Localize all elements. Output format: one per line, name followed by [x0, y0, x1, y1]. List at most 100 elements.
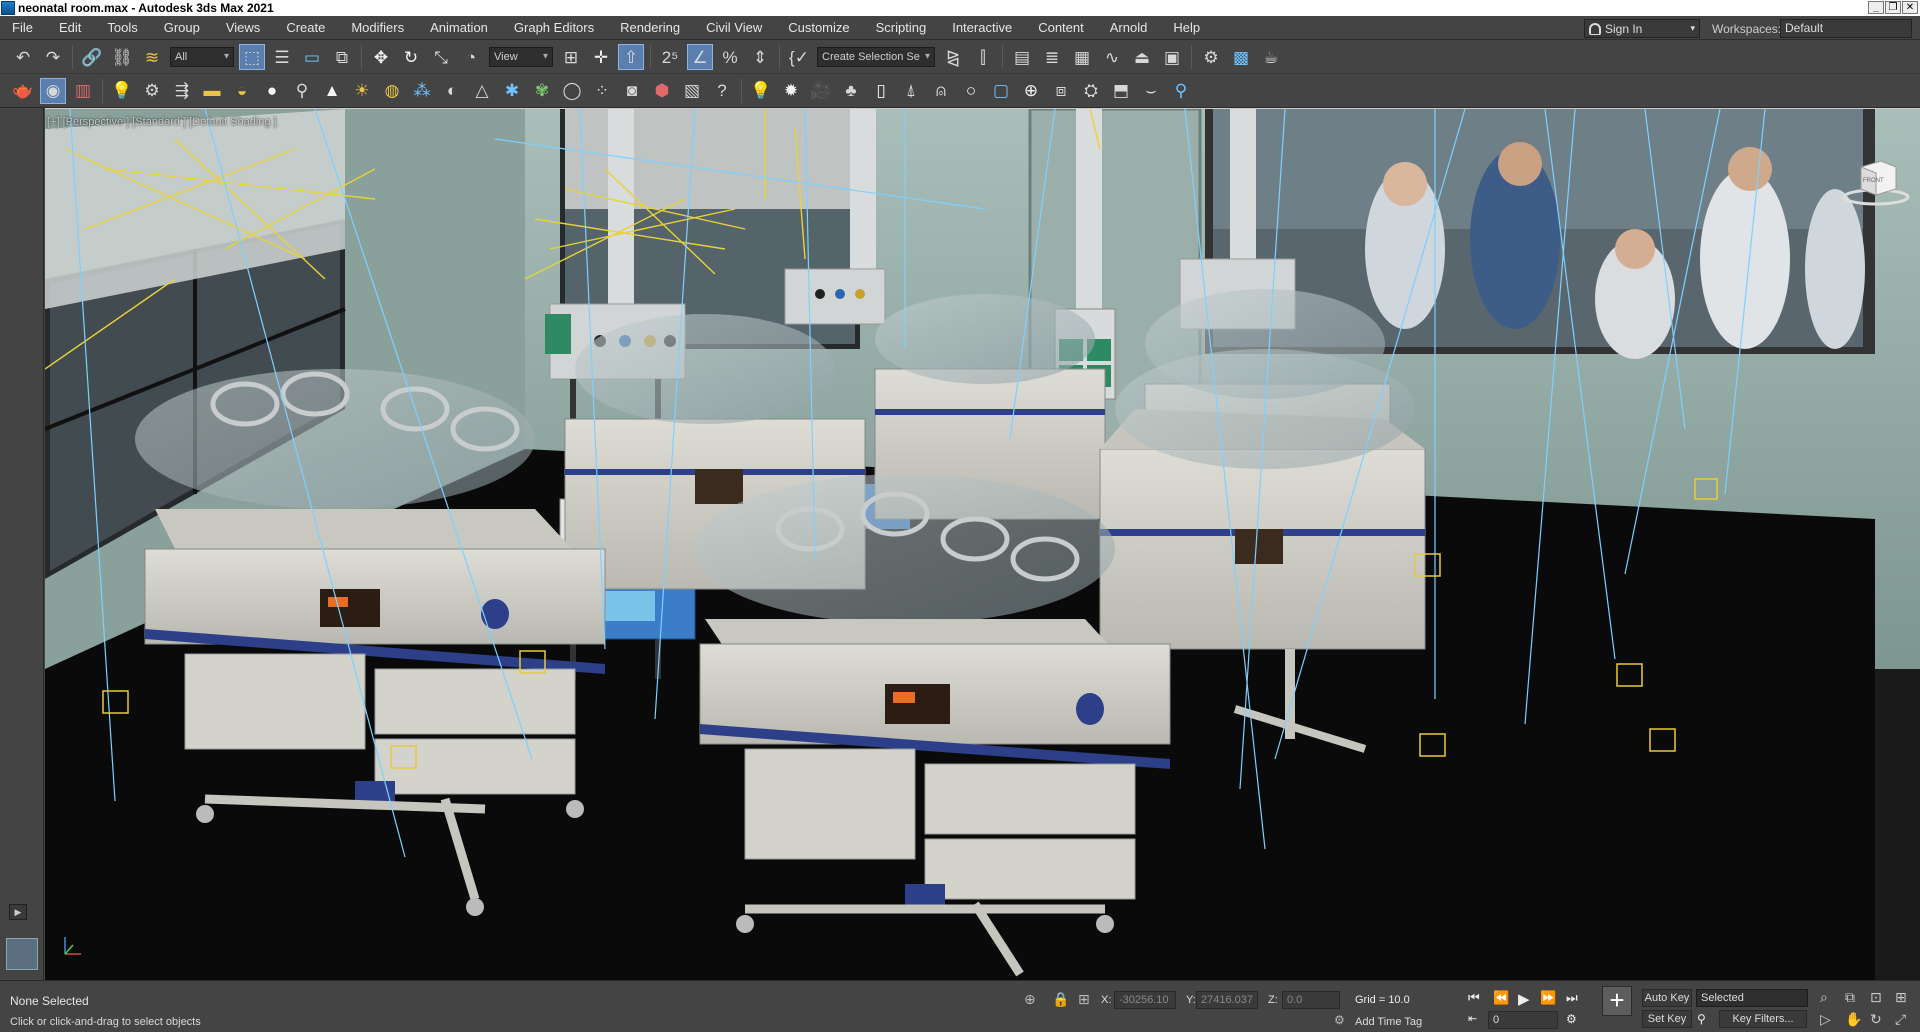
close-button[interactable]: ✕ — [1902, 1, 1918, 14]
omni-light-icon[interactable]: ✹ — [778, 78, 804, 104]
zoom-all-icon[interactable]: ⧉ — [1845, 989, 1855, 1006]
pivot-icon[interactable]: ⊞ — [558, 44, 584, 70]
tetra-icon[interactable]: △ — [469, 78, 495, 104]
current-frame-field[interactable]: 0 — [1488, 1011, 1558, 1029]
color-palette-icon[interactable]: ⁘ — [589, 78, 615, 104]
snap-icon[interactable]: 2⁵ — [657, 44, 683, 70]
ease-curve-icon[interactable]: ⇶ — [169, 78, 195, 104]
box-icon[interactable]: ⬒ — [1108, 78, 1134, 104]
shading-ball-icon[interactable]: ◐ — [439, 78, 465, 104]
material-ball-icon[interactable]: ◯ — [559, 78, 585, 104]
menu-help[interactable]: Help — [1160, 20, 1213, 35]
render-frame-icon[interactable]: ▥ — [70, 78, 96, 104]
menu-customize[interactable]: Customize — [775, 20, 862, 35]
schematic-view-icon[interactable]: ▣ — [1159, 44, 1185, 70]
menu-graph-editors[interactable]: Graph Editors — [501, 20, 607, 35]
bulb-icon[interactable]: 💡 — [748, 78, 774, 104]
scene-explorer-icon[interactable]: ▤ — [1009, 44, 1035, 70]
unlink-icon[interactable]: ⛓ — [109, 44, 135, 70]
minimize-button[interactable]: _ — [1868, 1, 1884, 14]
menu-arnold[interactable]: Arnold — [1097, 20, 1161, 35]
photo-icon[interactable]: ◙ — [619, 78, 645, 104]
book-icon[interactable]: ▯ — [868, 78, 894, 104]
frame-icon[interactable]: ⧈ — [1048, 78, 1074, 104]
set-key-button[interactable]: Set Key — [1642, 1010, 1692, 1028]
zoom-extents-all-icon[interactable]: ⊞ — [1895, 989, 1907, 1006]
light-lister-icon[interactable]: 💡 — [109, 78, 135, 104]
rect-selection-icon[interactable]: ▭ — [299, 44, 325, 70]
key-filter-icon[interactable]: ⚲ — [1697, 1012, 1706, 1026]
teapot-icon[interactable]: 🫖 — [10, 78, 36, 104]
menu-file[interactable]: File — [0, 20, 46, 35]
spinner-snap-icon[interactable]: ⇕ — [747, 44, 773, 70]
expand-arrow-icon[interactable]: ▶ — [9, 904, 27, 920]
clipboard-icon[interactable]: ▧ — [679, 78, 705, 104]
rotate-icon[interactable]: ↻ — [398, 44, 424, 70]
lamp-icon[interactable]: ⚲ — [1168, 78, 1194, 104]
key-mode-select[interactable]: Selected — [1696, 989, 1808, 1007]
viewport-label[interactable]: [+] [Perspective ] [Standard ] [Default … — [47, 116, 277, 128]
cup-icon[interactable]: ⌣ — [1138, 78, 1164, 104]
mirror-icon[interactable]: ⧎ — [940, 44, 966, 70]
viewport-layout-icon[interactable]: ◉ — [40, 77, 66, 104]
ring-icon[interactable]: ○ — [958, 78, 984, 104]
viewcube[interactable]: FRONT — [1841, 149, 1911, 209]
render-icon[interactable]: ☕ — [1258, 44, 1284, 70]
menu-modifiers[interactable]: Modifiers — [338, 20, 417, 35]
ribbon-icon[interactable]: ▦ — [1069, 44, 1095, 70]
box-primitive-icon[interactable]: ▬ — [199, 78, 225, 104]
menu-group[interactable]: Group — [151, 20, 213, 35]
maximize-button[interactable]: ❐ — [1885, 1, 1901, 14]
time-config-icon[interactable]: ⚙ — [1566, 1012, 1577, 1026]
sphere-icon[interactable]: ● — [259, 78, 285, 104]
play-icon[interactable]: ▶ — [1518, 990, 1530, 1008]
window-crossing-icon[interactable]: ⧉ — [329, 44, 355, 70]
reference-coord-select[interactable]: View — [489, 47, 553, 67]
move-icon[interactable]: ✥ — [368, 44, 394, 70]
render-setup-icon[interactable]: ▩ — [1228, 44, 1254, 70]
workspace-select[interactable]: Default — [1780, 19, 1912, 38]
menu-scripting[interactable]: Scripting — [863, 20, 940, 35]
sun-light-icon[interactable]: ☀ — [349, 78, 375, 104]
undo-icon[interactable]: ↶ — [10, 44, 36, 70]
render-region-icon[interactable]: ⬢ — [649, 78, 675, 104]
z-coordinate-field[interactable]: 0.0 — [1282, 991, 1340, 1009]
orbit-icon[interactable]: ↻ — [1870, 1011, 1882, 1028]
y-coordinate-field[interactable]: 27416.037 — [1196, 991, 1258, 1009]
edit-named-selection-icon[interactable]: {✓ — [786, 44, 812, 70]
material-editor-icon[interactable]: ⚙ — [1198, 44, 1224, 70]
align-icon[interactable]: ⫿ — [970, 44, 996, 70]
menu-content[interactable]: Content — [1025, 20, 1097, 35]
percent-snap-icon[interactable]: % — [717, 44, 743, 70]
scale-icon[interactable]: ⤡ — [428, 44, 454, 70]
gears-icon[interactable]: ⛭ — [1078, 78, 1104, 104]
zoom-icon[interactable]: ⌕ — [1820, 989, 1828, 1006]
flame-icon[interactable]: ⍝ — [928, 78, 954, 104]
selection-filter-select[interactable]: All — [170, 47, 234, 67]
sky-dome-icon[interactable]: ◍ — [379, 78, 405, 104]
menu-edit[interactable]: Edit — [46, 20, 94, 35]
previous-frame-icon[interactable]: ⏪ — [1493, 990, 1509, 1006]
absolute-mode-icon[interactable]: ⊞ — [1078, 991, 1090, 1008]
zoom-extents-icon[interactable]: ⊡ — [1870, 989, 1882, 1006]
x-coordinate-field[interactable]: -30256.10 — [1114, 991, 1176, 1009]
key-filters-button[interactable]: Key Filters... — [1719, 1010, 1807, 1028]
angle-snap-icon[interactable]: ∠ — [687, 44, 713, 70]
perspective-viewport[interactable]: [+] [Perspective ] [Standard ] [Default … — [45, 108, 1920, 980]
placement-icon[interactable]: ◔ — [458, 44, 484, 70]
isolate-selection-icon[interactable]: ⊕ — [1024, 991, 1036, 1008]
camera-icon[interactable]: 🎥 — [808, 78, 834, 104]
manipulate-icon[interactable]: ✛ — [588, 44, 614, 70]
field-of-view-icon[interactable]: ▷ — [1820, 1011, 1831, 1028]
next-frame-icon[interactable]: ⏩ — [1540, 990, 1556, 1006]
dope-sheet-icon[interactable]: ⏏ — [1129, 44, 1155, 70]
named-selection-select[interactable]: Create Selection Se — [817, 47, 935, 67]
lock-icon[interactable]: 🔒 — [1052, 991, 1069, 1008]
menu-animation[interactable]: Animation — [417, 20, 501, 35]
viewport-thumbnail[interactable] — [6, 938, 38, 970]
auto-key-button[interactable]: Auto Key — [1642, 989, 1692, 1007]
keyboard-shortcut-override-icon[interactable]: ⇧ — [618, 44, 644, 70]
goto-start-icon[interactable]: ⏮ — [1468, 990, 1480, 1006]
link-icon[interactable]: 🔗 — [79, 44, 105, 70]
snowflake-icon[interactable]: ✱ — [499, 78, 525, 104]
